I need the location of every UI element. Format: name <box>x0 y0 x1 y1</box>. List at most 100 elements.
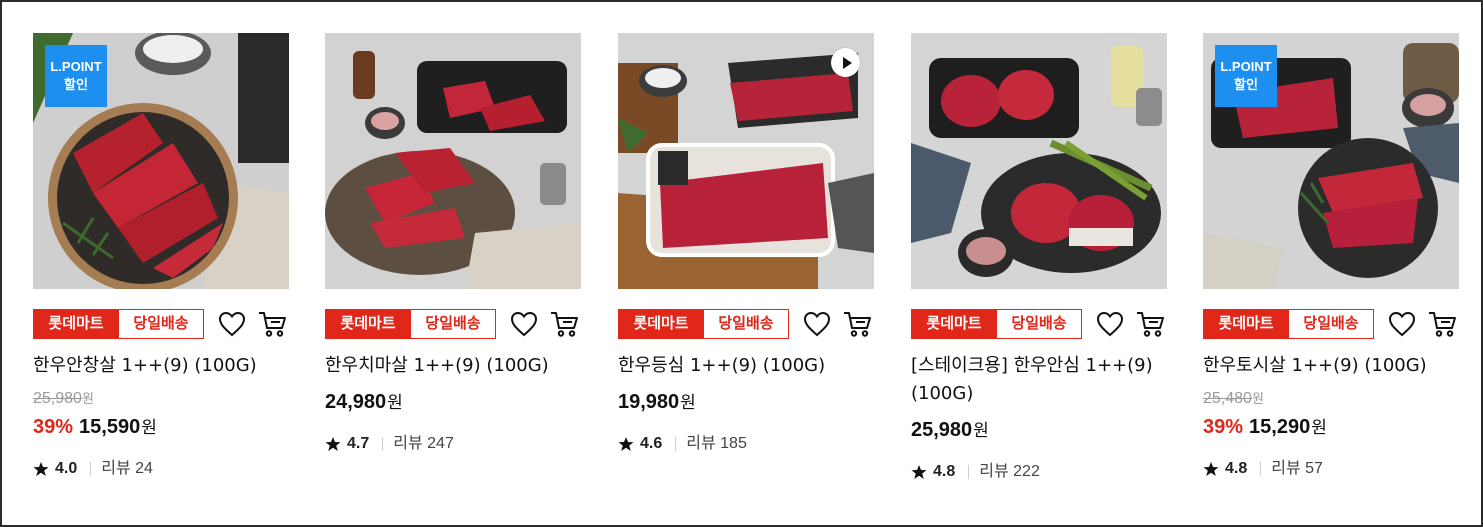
product-image[interactable] <box>325 33 581 289</box>
product-name[interactable]: 한우치마살 1++(9) (100G) <box>325 352 581 380</box>
cart-icon[interactable] <box>1135 310 1165 338</box>
price-unit: 원 <box>973 421 989 440</box>
same-day-delivery-tag: 당일배송 <box>410 309 496 339</box>
product-card[interactable]: L.POINT 할인 롯데마트 당일배송 한우안창살 1++(9) (100G)… <box>33 33 289 479</box>
same-day-delivery-tag: 당일배송 <box>703 309 789 339</box>
review-label: 리뷰 <box>1271 460 1301 477</box>
price-row: 39% 15,590원 <box>33 414 289 442</box>
review-count[interactable]: 리뷰 57 <box>1271 459 1323 479</box>
price-unit: 원 <box>1311 418 1327 437</box>
product-image[interactable]: L.POINT 할인 <box>1203 33 1459 289</box>
price-unit: 원 <box>141 418 157 437</box>
play-icon[interactable] <box>831 48 860 77</box>
lpoint-discount-badge: L.POINT 할인 <box>45 45 107 107</box>
tag-row: 롯데마트 당일배송 <box>33 308 289 340</box>
star-icon <box>33 462 49 476</box>
store-tag: 롯데마트 <box>33 309 119 339</box>
rating-row: 4.0 리뷰 24 <box>33 459 289 479</box>
product-name[interactable]: 한우안창살 1++(9) (100G) <box>33 352 289 380</box>
price-row: 25,980원 <box>911 417 1167 445</box>
store-tag: 롯데마트 <box>911 309 997 339</box>
same-day-delivery-tag: 당일배송 <box>118 309 204 339</box>
store-tag: 롯데마트 <box>618 309 704 339</box>
original-price-value: 25,480 <box>1203 390 1252 407</box>
heart-icon[interactable] <box>510 311 538 337</box>
review-label: 리뷰 <box>979 463 1009 480</box>
rating-score: 4.6 <box>640 435 663 452</box>
review-count[interactable]: 리뷰 24 <box>101 459 153 479</box>
review-label: 리뷰 <box>393 435 423 452</box>
star-icon <box>325 437 341 451</box>
product-card[interactable]: L.POINT 할인 롯데마트 당일배송 한우토시살 1++(9) (100G)… <box>1203 33 1459 479</box>
sale-price: 15,590 <box>79 416 141 438</box>
rating-score: 4.7 <box>347 435 370 452</box>
star-icon <box>911 465 927 479</box>
sale-price: 15,290 <box>1249 416 1311 438</box>
store-tag: 롯데마트 <box>1203 309 1289 339</box>
rating-score: 4.0 <box>55 460 78 477</box>
store-tag: 롯데마트 <box>325 309 411 339</box>
tag-row: 롯데마트 당일배송 <box>325 308 581 340</box>
price-unit: 원 <box>387 393 403 412</box>
badge-brand: L.POINT <box>1220 59 1272 74</box>
product-image[interactable] <box>911 33 1167 289</box>
original-price-unit: 원 <box>81 391 94 406</box>
discount-rate: 39% <box>1203 416 1244 438</box>
product-name[interactable]: 한우등심 1++(9) (100G) <box>618 352 874 380</box>
original-price-value: 25,980 <box>33 390 82 407</box>
review-count[interactable]: 리뷰 185 <box>686 434 747 454</box>
price-row: 39% 15,290원 <box>1203 414 1459 442</box>
star-icon <box>1203 462 1219 476</box>
original-price-unit: 원 <box>1251 391 1264 406</box>
sale-price: 19,980 <box>618 391 680 413</box>
product-image[interactable] <box>618 33 874 289</box>
divider <box>968 465 970 479</box>
rating-score: 4.8 <box>933 463 956 480</box>
product-card[interactable]: 롯데마트 당일배송 한우치마살 1++(9) (100G) 24,980원 4.… <box>325 33 581 454</box>
cart-icon[interactable] <box>257 310 287 338</box>
divider <box>382 437 384 451</box>
divider <box>90 462 92 476</box>
review-count[interactable]: 리뷰 247 <box>393 434 454 454</box>
same-day-delivery-tag: 당일배송 <box>1288 309 1374 339</box>
product-name[interactable]: 한우토시살 1++(9) (100G) <box>1203 352 1459 380</box>
original-price: 25,980원 <box>33 389 289 409</box>
heart-icon[interactable] <box>803 311 831 337</box>
original-price: 25,480원 <box>1203 389 1459 409</box>
rating-row: 4.7 리뷰 247 <box>325 434 581 454</box>
review-number: 185 <box>720 435 747 452</box>
sale-price: 24,980 <box>325 391 387 413</box>
heart-icon[interactable] <box>1388 311 1416 337</box>
price-unit: 원 <box>680 393 696 412</box>
review-number: 222 <box>1013 463 1040 480</box>
lpoint-discount-badge: L.POINT 할인 <box>1215 45 1277 107</box>
badge-brand: L.POINT <box>50 59 102 74</box>
rating-row: 4.8 리뷰 57 <box>1203 459 1459 479</box>
tag-row: 롯데마트 당일배송 <box>618 308 874 340</box>
rating-row: 4.8 리뷰 222 <box>911 462 1167 482</box>
tag-row: 롯데마트 당일배송 <box>1203 308 1459 340</box>
product-card[interactable]: 롯데마트 당일배송 [스테이크용] 한우안심 1++(9) (100G) 25,… <box>911 33 1167 482</box>
badge-label: 할인 <box>64 77 88 92</box>
product-list: L.POINT 할인 롯데마트 당일배송 한우안창살 1++(9) (100G)… <box>0 0 1483 527</box>
cart-icon[interactable] <box>1427 310 1457 338</box>
review-count[interactable]: 리뷰 222 <box>979 462 1040 482</box>
rating-score: 4.8 <box>1225 460 1248 477</box>
product-card[interactable]: 롯데마트 당일배송 한우등심 1++(9) (100G) 19,980원 4.6… <box>618 33 874 454</box>
review-label: 리뷰 <box>686 435 716 452</box>
heart-icon[interactable] <box>218 311 246 337</box>
rating-row: 4.6 리뷰 185 <box>618 434 874 454</box>
divider <box>1260 462 1262 476</box>
cart-icon[interactable] <box>549 310 579 338</box>
product-name[interactable]: [스테이크용] 한우안심 1++(9) (100G) <box>911 352 1167 408</box>
heart-icon[interactable] <box>1096 311 1124 337</box>
discount-rate: 39% <box>33 416 74 438</box>
tag-row: 롯데마트 당일배송 <box>911 308 1167 340</box>
review-number: 247 <box>427 435 454 452</box>
price-row: 19,980원 <box>618 389 874 417</box>
product-image[interactable]: L.POINT 할인 <box>33 33 289 289</box>
star-icon <box>618 437 634 451</box>
cart-icon[interactable] <box>842 310 872 338</box>
review-number: 57 <box>1305 460 1323 477</box>
product-photo <box>325 33 581 289</box>
